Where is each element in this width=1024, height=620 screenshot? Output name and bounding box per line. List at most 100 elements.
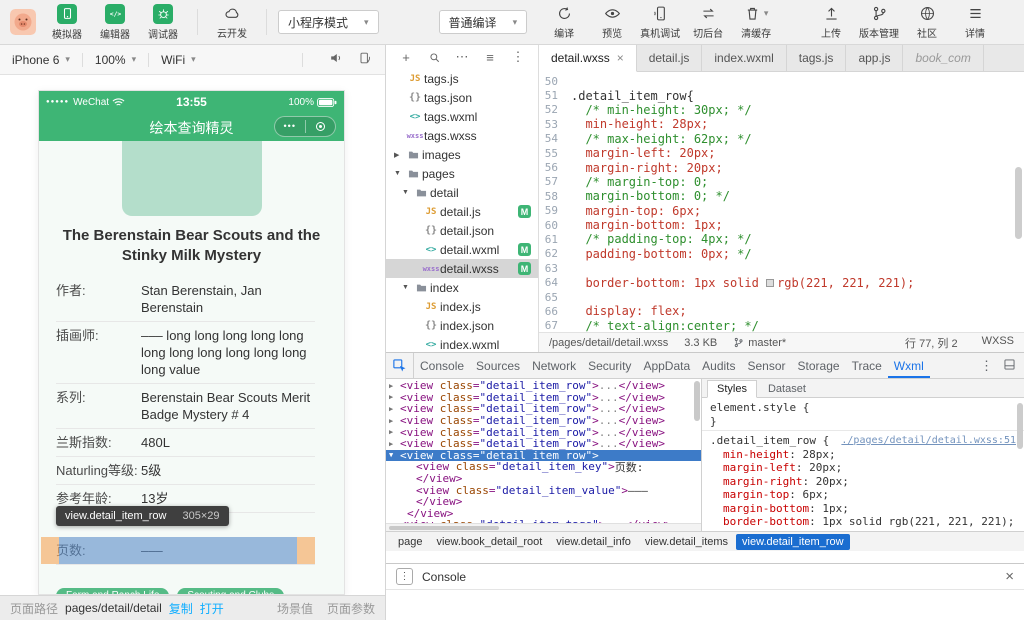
details-button[interactable]: 详情 bbox=[952, 5, 998, 40]
collapse-arrow-icon[interactable]: ▼ bbox=[402, 189, 412, 196]
tree-folder-index[interactable]: ▼ index bbox=[386, 278, 538, 297]
wxml-node[interactable]: ▶ <view class = "detail_item_row" >... </view… bbox=[386, 391, 701, 404]
network-select[interactable]: WiFi ▾ bbox=[161, 53, 196, 67]
debugger-button[interactable]: 调试器 bbox=[140, 3, 186, 41]
tree-file-detail.wxss[interactable]: wxss detail.wxss M bbox=[386, 259, 538, 278]
vertical-dots-button[interactable]: ⋮ bbox=[980, 358, 993, 374]
devtools-tab-trace[interactable]: Trace bbox=[846, 353, 888, 378]
editor-button[interactable]: </> 编辑器 bbox=[92, 3, 138, 41]
editor-tab-index.wxml[interactable]: index.wxml bbox=[702, 45, 787, 71]
dock-button[interactable] bbox=[1003, 358, 1016, 374]
tree-file-tags.json[interactable]: {} tags.json bbox=[386, 88, 538, 107]
real-device-button[interactable]: 真机调试 bbox=[637, 5, 683, 40]
css-property[interactable]: margin-left: 20px; bbox=[710, 461, 1016, 475]
breadcrumb-item[interactable]: page bbox=[392, 534, 428, 550]
tree-file-detail.wxml[interactable]: <> detail.wxml M bbox=[386, 240, 538, 259]
version-button[interactable]: 版本管理 bbox=[856, 5, 902, 40]
css-property[interactable]: margin-bottom: 1px; bbox=[710, 502, 1016, 516]
upload-button[interactable]: 上传 bbox=[808, 5, 854, 40]
expand-arrow-icon[interactable]: ▶ bbox=[389, 417, 400, 425]
close-miniprogram-button[interactable] bbox=[306, 122, 336, 131]
tree-file-tags.wxss[interactable]: wxss tags.wxss bbox=[386, 126, 538, 145]
scene-value-tab[interactable]: 场景值 bbox=[277, 600, 313, 617]
devtools-tab-wxml[interactable]: Wxml bbox=[888, 353, 930, 378]
expand-arrow-icon[interactable]: ▶ bbox=[389, 440, 400, 448]
tag-pill[interactable]: Scouting and Clubs bbox=[177, 587, 285, 594]
close-tab-icon[interactable]: × bbox=[617, 51, 624, 65]
preview-button[interactable]: 预览 bbox=[589, 5, 635, 40]
wxml-node[interactable]: ▶ <view class = "detail_item_row" >... </view… bbox=[386, 402, 701, 415]
collapse-arrow-icon[interactable]: ▼ bbox=[402, 284, 412, 291]
wxml-vertical-scrollbar[interactable] bbox=[694, 381, 700, 421]
tree-file-index.js[interactable]: JS index.js bbox=[386, 297, 538, 316]
tree-file-detail.js[interactable]: JS detail.js M bbox=[386, 202, 538, 221]
vertical-dots-button[interactable]: ⋮ bbox=[510, 49, 526, 65]
collapse-arrow-icon[interactable]: ▼ bbox=[389, 451, 400, 459]
community-button[interactable]: 社区 bbox=[904, 5, 950, 40]
switch-background-button[interactable]: 切后台 bbox=[685, 5, 731, 40]
cursor-position-label[interactable]: 行 77, 列 2 bbox=[905, 335, 958, 351]
expand-arrow-icon[interactable]: ▶ bbox=[394, 151, 404, 159]
more-button[interactable]: ⋯ bbox=[454, 49, 470, 65]
rotate-button[interactable] bbox=[357, 50, 373, 69]
wxml-node[interactable]: <view class = "detail_item_value" > ––– bbox=[386, 484, 701, 497]
devtools-tab-security[interactable]: Security bbox=[582, 353, 637, 378]
tree-file-detail.json[interactable]: {} detail.json bbox=[386, 221, 538, 240]
css-property[interactable]: margin-top: 6px; bbox=[710, 488, 1016, 502]
editor-tab-app.js[interactable]: app.js bbox=[846, 45, 904, 71]
compile-mode-select[interactable]: 普通编译 ▾ bbox=[438, 10, 528, 34]
devtools-tab-storage[interactable]: Storage bbox=[792, 353, 846, 378]
devtools-tab-network[interactable]: Network bbox=[526, 353, 582, 378]
css-property[interactable]: margin-right: 20px; bbox=[710, 475, 1016, 489]
editor-tab-tags.js[interactable]: tags.js bbox=[787, 45, 847, 71]
wxml-node[interactable]: </view> bbox=[386, 472, 701, 485]
zoom-select[interactable]: 100% ▾ bbox=[95, 53, 136, 67]
wxml-node[interactable]: ▶ <view class = "detail_item_row" >... </view… bbox=[386, 379, 701, 392]
wxml-node[interactable]: </view> bbox=[386, 495, 701, 508]
devtools-tab-sensor[interactable]: Sensor bbox=[742, 353, 792, 378]
expand-arrow-icon[interactable]: ▶ bbox=[389, 382, 400, 390]
code-area[interactable]: 50 51 .detail_item_row{52 /* min-height: 3… bbox=[539, 72, 1024, 332]
editor-tab-book_com[interactable]: book_com bbox=[903, 45, 984, 71]
styles-scrollbar[interactable] bbox=[1017, 403, 1023, 449]
tree-folder-pages[interactable]: ▼ pages bbox=[386, 164, 538, 183]
breadcrumb-item[interactable]: view.book_detail_root bbox=[430, 534, 548, 550]
wxml-node[interactable]: ▶ <view class = "detail_item_row" >... </view… bbox=[386, 426, 701, 439]
devtools-tab-sources[interactable]: Sources bbox=[470, 353, 526, 378]
tree-file-tags.wxml[interactable]: <> tags.wxml bbox=[386, 107, 538, 126]
wxml-node[interactable]: <view class = "detail_item_key" > 页数: bbox=[386, 460, 701, 474]
styles-tab-dataset[interactable]: Dataset bbox=[759, 381, 815, 397]
device-select[interactable]: iPhone 6 ▾ bbox=[12, 53, 70, 67]
language-mode-label[interactable]: WXSS bbox=[982, 335, 1014, 351]
tree-folder-images[interactable]: ▶ images bbox=[386, 145, 538, 164]
clear-cache-button[interactable]: ▾ 清缓存 bbox=[733, 5, 779, 40]
breadcrumb-item[interactable]: view.detail_item_row bbox=[736, 533, 850, 550]
copy-path-link[interactable]: 复制 bbox=[169, 600, 193, 617]
expand-arrow-icon[interactable]: ▶ bbox=[389, 428, 400, 436]
tree-file-index.wxml[interactable]: <> index.wxml bbox=[386, 335, 538, 352]
expand-arrow-icon[interactable]: ▶ bbox=[389, 405, 400, 413]
inspect-element-button[interactable] bbox=[386, 353, 414, 378]
styles-tab-styles[interactable]: Styles bbox=[707, 380, 757, 398]
editor-tab-detail.wxss[interactable]: detail.wxss × bbox=[539, 45, 637, 72]
page-params-tab[interactable]: 页面参数 bbox=[327, 600, 375, 617]
collapse-arrow-icon[interactable]: ▼ bbox=[394, 170, 404, 177]
user-avatar[interactable] bbox=[10, 9, 36, 35]
wxml-node[interactable]: </view> bbox=[386, 507, 701, 520]
rule-selector[interactable]: .detail_item_row bbox=[710, 434, 816, 447]
wxml-node[interactable]: ▶ <view class = "detail_item_row" >... </view… bbox=[386, 437, 701, 450]
tree-folder-detail[interactable]: ▼ detail bbox=[386, 183, 538, 202]
tree-file-tags.js[interactable]: JS tags.js bbox=[386, 69, 538, 88]
css-property[interactable]: border-bottom: 1px solid rgb(221, 221, 2… bbox=[710, 515, 1016, 529]
wxml-node[interactable]: ▼ <view class = "detail_item_row" > bbox=[386, 449, 701, 462]
breadcrumb-item[interactable]: view.detail_items bbox=[639, 534, 734, 550]
color-swatch[interactable] bbox=[766, 278, 775, 287]
devtools-tab-console[interactable]: Console bbox=[414, 353, 470, 378]
cloud-dev-button[interactable]: 云开发 bbox=[209, 5, 255, 40]
editor-tab-detail.js[interactable]: detail.js bbox=[637, 45, 703, 71]
git-branch[interactable]: master* bbox=[733, 337, 786, 349]
css-property[interactable]: min-height: 28px; bbox=[710, 448, 1016, 462]
stylesheet-source-link[interactable]: ./pages/detail/detail.wxss:51 bbox=[841, 434, 1016, 448]
devtools-tab-audits[interactable]: Audits bbox=[696, 353, 741, 378]
breadcrumb-item[interactable]: view.detail_info bbox=[550, 534, 637, 550]
